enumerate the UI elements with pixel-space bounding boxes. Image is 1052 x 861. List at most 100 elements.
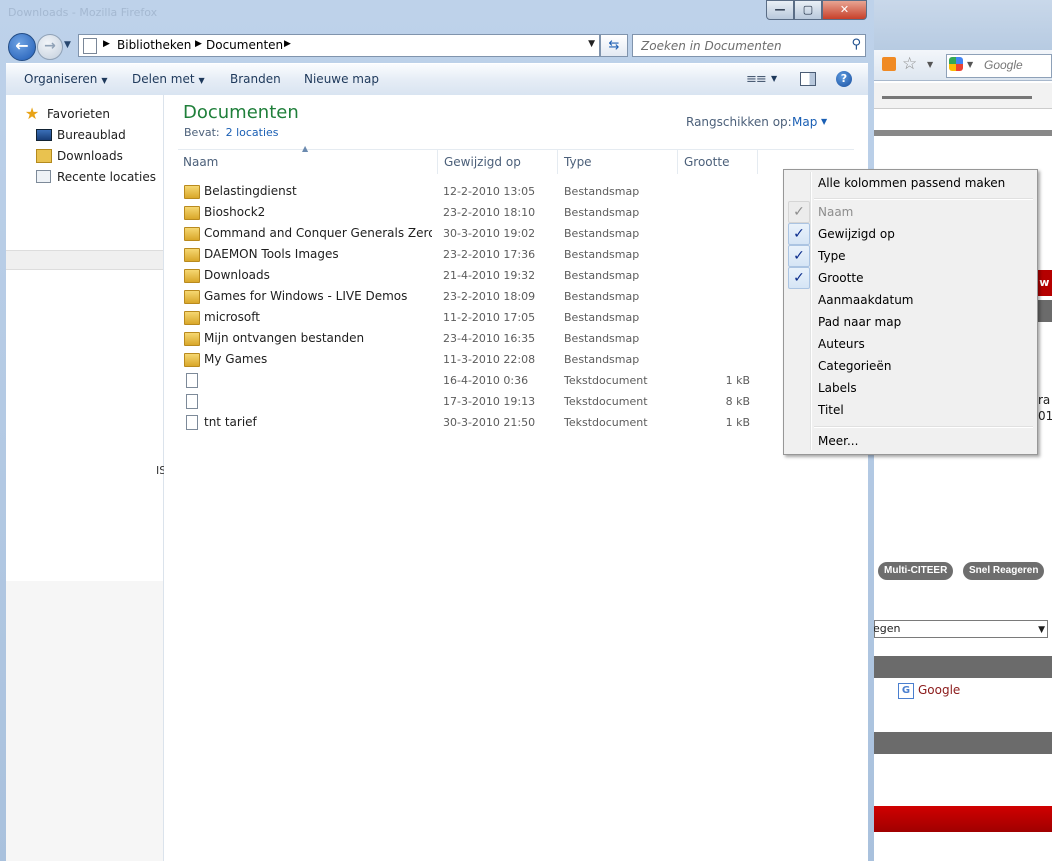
menu-item-column[interactable]: Titel	[786, 399, 1035, 421]
menu-item-column[interactable]: Aanmaakdatum	[786, 289, 1035, 311]
menu-item-column[interactable]: Pad naar map	[786, 311, 1035, 333]
view-options-icon[interactable]: ≡≡	[746, 72, 767, 87]
file-row[interactable]: microsoft 11-2-2010 17:05 Bestandsmap	[178, 307, 758, 328]
file-modified: 23-2-2010 18:09	[443, 290, 536, 303]
includes-locations-link[interactable]: 2 locaties	[226, 126, 279, 139]
nav-favorites-label: Favorieten	[47, 107, 110, 121]
google-engine-icon[interactable]	[949, 57, 963, 71]
column-header-name[interactable]: Naam	[177, 150, 438, 174]
refresh-button[interactable]: ⇆	[600, 34, 628, 57]
chevron-right-icon[interactable]: ▶	[103, 39, 110, 49]
menu-item-column: ✓ Naam	[786, 201, 1035, 223]
menu-item-label: Pad naar map	[818, 315, 902, 329]
menu-item-label: Labels	[818, 381, 857, 395]
chevron-right-icon[interactable]: ▶	[284, 39, 291, 49]
chevron-down-icon[interactable]: ▼	[967, 60, 973, 69]
file-row[interactable]: Downloads 21-4-2010 19:32 Bestandsmap	[178, 265, 758, 286]
browser-select[interactable]: egen ▼	[874, 620, 1048, 638]
help-icon[interactable]: ?	[836, 71, 852, 87]
menu-item-column[interactable]: Labels	[786, 377, 1035, 399]
search-input[interactable]	[639, 37, 843, 55]
breadcrumb-bibliotheken[interactable]: Bibliotheken	[117, 38, 191, 52]
file-modified: 11-3-2010 22:08	[443, 353, 536, 366]
select-value: egen	[874, 622, 901, 635]
column-header-type[interactable]: Type	[558, 150, 678, 174]
close-button[interactable]: ✕	[822, 0, 867, 20]
file-size: 1 kB	[725, 374, 750, 387]
file-type: Bestandsmap	[564, 353, 640, 366]
address-dropdown-icon[interactable]: ▼	[588, 39, 595, 49]
chevron-down-icon: ▼	[1038, 625, 1045, 635]
content-pane: Documenten Bevat: 2 locaties Rangschikken…	[164, 95, 868, 861]
bookmark-star-icon[interactable]: ☆	[902, 54, 917, 74]
rss-icon[interactable]	[882, 57, 896, 71]
menu-separator	[814, 198, 1033, 200]
file-row[interactable]: My Games 11-3-2010 22:08 Bestandsmap	[178, 349, 758, 370]
address-bar[interactable]: ▶ Bibliotheken ▶ Documenten ▶ ▼	[78, 34, 600, 57]
navigation-pane: ★ Favorieten Bureaublad Downloads Recent…	[6, 95, 166, 861]
google-link[interactable]: Google	[918, 683, 960, 697]
recent-pages-dropdown[interactable]: ▼	[64, 40, 71, 50]
divider	[874, 130, 1052, 136]
nav-divider	[6, 250, 163, 270]
maximize-button[interactable]: ▢	[794, 0, 822, 20]
menu-item-label: Grootte	[818, 271, 864, 285]
file-row[interactable]: Bioshock2 23-2-2010 18:10 Bestandsmap	[178, 202, 758, 223]
file-row[interactable]: Mijn ontvangen bestanden 23-4-2010 16:35 B…	[178, 328, 758, 349]
share-button[interactable]: Delen met ▼	[132, 72, 205, 86]
text-document-icon	[186, 394, 198, 409]
folder-icon	[184, 227, 200, 241]
search-box[interactable]: ⚲	[632, 34, 866, 57]
burn-button[interactable]: Branden	[230, 72, 281, 86]
new-folder-button[interactable]: Nieuwe map	[304, 72, 379, 86]
file-row[interactable]: Command and Conquer Generals Zero H... 30…	[178, 223, 758, 244]
minimize-button[interactable]: —	[766, 0, 794, 20]
column-header-modified[interactable]: Gewijzigd op	[438, 150, 558, 174]
snel-reageren-button[interactable]: Snel Reageren	[963, 562, 1045, 580]
back-button[interactable]: ←	[8, 33, 36, 61]
arrange-by-dropdown[interactable]: Map	[792, 115, 817, 129]
menu-item-column[interactable]: ✓ Grootte	[786, 267, 1035, 289]
file-name: Bioshock2	[204, 205, 266, 219]
chevron-down-icon[interactable]: ▼	[771, 74, 777, 83]
preview-pane-icon[interactable]	[800, 72, 816, 86]
menu-item-label: Meer...	[818, 434, 859, 448]
search-icon[interactable]: ⚲	[851, 37, 861, 52]
file-row[interactable]: DAEMON Tools Images 23-2-2010 17:36 Bestan…	[178, 244, 758, 265]
chevron-down-icon[interactable]: ▼	[821, 117, 827, 126]
file-type: Tekstdocument	[564, 416, 648, 429]
includes-label: Bevat:	[184, 126, 220, 139]
file-name: Mijn ontvangen bestanden	[204, 331, 365, 345]
file-row[interactable]: 17-3-2010 19:13 Tekstdocument 8 kB	[178, 391, 758, 412]
checkmark-icon: ✓	[788, 201, 810, 223]
menu-item-more[interactable]: Meer...	[786, 430, 1035, 452]
folder-icon	[184, 248, 200, 262]
folder-icon	[184, 269, 200, 283]
breadcrumb-documenten[interactable]: Documenten	[206, 38, 283, 52]
file-row[interactable]: tnt tarief 30-3-2010 21:50 Tekstdocument 1 …	[178, 412, 758, 433]
organise-button[interactable]: Organiseren ▼	[24, 72, 108, 86]
forward-button[interactable]: →	[37, 34, 63, 60]
column-header-size[interactable]: Grootte	[678, 150, 758, 174]
chevron-right-icon[interactable]: ▶	[195, 39, 202, 49]
menu-item-column[interactable]: Auteurs	[786, 333, 1035, 355]
file-name: microsoft	[204, 310, 260, 324]
file-row[interactable]: Belastingdienst 12-2-2010 13:05 Bestandsma…	[178, 181, 758, 202]
chevron-down-icon[interactable]: ▼	[927, 60, 933, 69]
chevron-down-icon: ▼	[198, 76, 205, 85]
file-modified: 30-3-2010 21:50	[443, 416, 536, 429]
file-row[interactable]: 16-4-2010 0:36 Tekstdocument 1 kB	[178, 370, 758, 391]
desktop-icon	[36, 129, 52, 141]
menu-item-fit-all-columns[interactable]: Alle kolommen passend maken	[786, 172, 1035, 194]
file-type: Tekstdocument	[564, 395, 648, 408]
file-row[interactable]: Games for Windows - LIVE Demos 23-2-2010 …	[178, 286, 758, 307]
menu-item-column[interactable]: ✓ Type	[786, 245, 1035, 267]
folder-icon	[184, 290, 200, 304]
file-name: Command and Conquer Generals Zero H...	[204, 226, 432, 240]
menu-item-column[interactable]: ✓ Gewijzigd op	[786, 223, 1035, 245]
multi-citeer-button[interactable]: Multi-CITEER	[878, 562, 954, 580]
menu-item-column[interactable]: Categorieën	[786, 355, 1035, 377]
redacted-bookmark-text	[882, 96, 1032, 99]
file-type: Bestandsmap	[564, 185, 640, 198]
checkmark-icon: ✓	[788, 267, 810, 289]
